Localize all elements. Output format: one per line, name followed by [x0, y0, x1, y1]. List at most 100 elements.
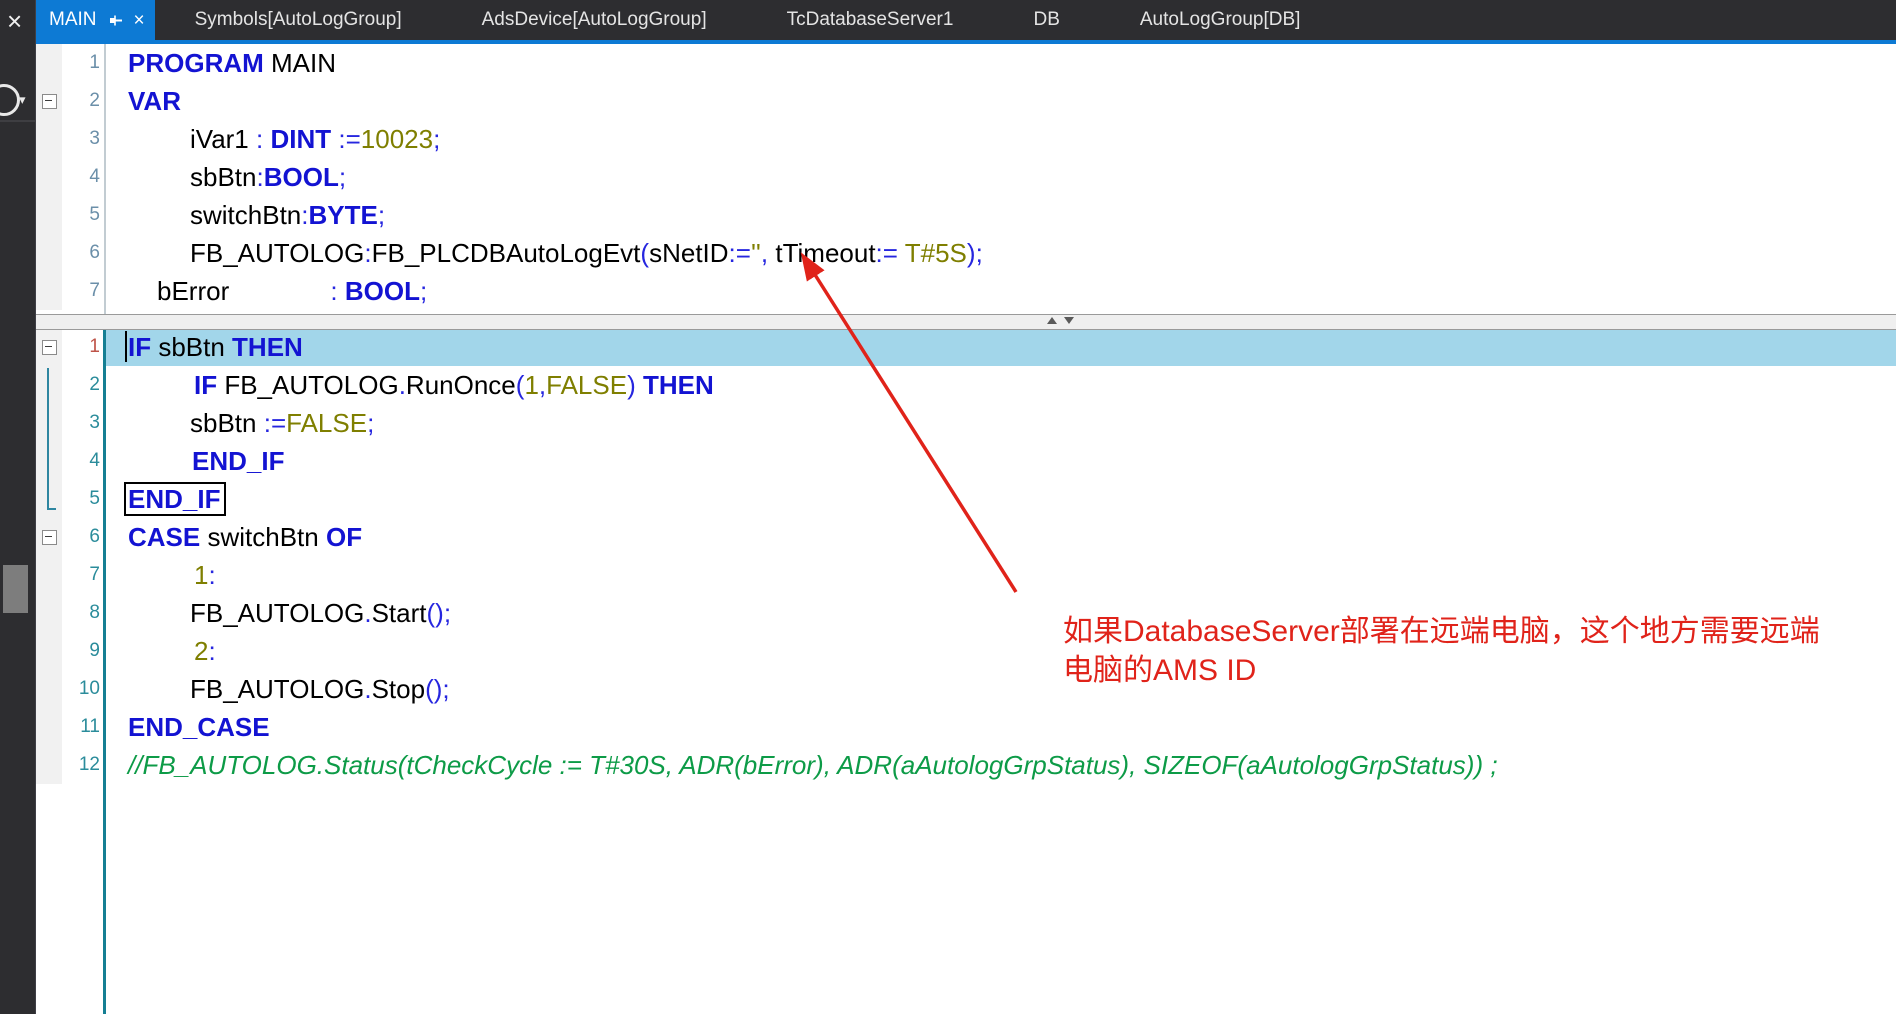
line-number[interactable]: 1 [62, 328, 100, 366]
fold-marker[interactable] [35, 328, 62, 366]
line-number[interactable]: 7 [62, 272, 100, 310]
code-line[interactable]: 12//FB_AUTOLOG.Status(tCheckCycle := T#3… [35, 746, 1896, 784]
code-text: VAR [106, 82, 1896, 120]
code-line[interactable]: 5 END_IF [35, 480, 1896, 518]
annotation-line-1: 如果DatabaseServer部署在远端电脑，这个地方需要远端 [1063, 612, 1820, 651]
line-number[interactable]: 3 [62, 120, 100, 158]
pin-icon[interactable] [109, 13, 124, 28]
code-text: iVar1 : DINT :=10023; [106, 120, 1896, 158]
code-line[interactable]: 1PROGRAM MAIN [35, 44, 1896, 82]
text-caret [125, 331, 127, 362]
close-icon[interactable]: × [7, 8, 22, 34]
line-number[interactable]: 5 [62, 196, 100, 234]
code-text: sbBtn:BOOL; [106, 158, 1896, 196]
collapse-icon[interactable] [42, 530, 57, 545]
code-text: END_IF [106, 442, 1896, 480]
code-line[interactable]: 7bError : BOOL; [35, 272, 1896, 310]
fold-gutter [35, 196, 62, 234]
line-number[interactable]: 7 [62, 556, 100, 594]
tab-main[interactable]: MAIN × [35, 0, 155, 40]
code-line[interactable]: 3iVar1 : DINT :=10023; [35, 120, 1896, 158]
fold-gutter [35, 44, 62, 82]
code-text: sbBtn :=FALSE; [106, 404, 1896, 442]
gutter-separator [104, 44, 106, 314]
tab-symbols-autologgroup[interactable]: Symbols[AutoLogGroup] [155, 0, 442, 40]
fold-marker[interactable] [35, 518, 62, 556]
tab-adsdevice-autologgroup[interactable]: AdsDevice[AutoLogGroup] [442, 0, 747, 40]
code-line[interactable]: 6FB_AUTOLOG:FB_PLCDBAutoLogEvt(sNetID:='… [35, 234, 1896, 272]
line-number[interactable]: 1 [62, 44, 100, 82]
tab-label: Symbols[AutoLogGroup] [195, 9, 402, 31]
fold-gutter [35, 594, 62, 632]
tool-circle-icon[interactable] [0, 84, 20, 116]
tab-label: DB [1033, 9, 1059, 31]
code-line[interactable]: 3sbBtn :=FALSE; [35, 404, 1896, 442]
code-line[interactable]: 5switchBtn:BYTE; [35, 196, 1896, 234]
code-text: CASE switchBtn OF [106, 518, 1896, 556]
line-number[interactable]: 12 [62, 746, 100, 784]
line-number[interactable]: 2 [62, 82, 100, 120]
code-text: FB_AUTOLOG:FB_PLCDBAutoLogEvt(sNetID:=''… [106, 234, 1896, 272]
line-number[interactable]: 8 [62, 594, 100, 632]
line-number[interactable]: 10 [62, 670, 100, 708]
fold-gutter [35, 670, 62, 708]
code-line[interactable]: 1IF sbBtn THEN [35, 328, 1896, 366]
code-line[interactable]: 6CASE switchBtn OF [35, 518, 1896, 556]
annotation-text: 如果DatabaseServer部署在远端电脑，这个地方需要远端 电脑的AMS … [1063, 612, 1820, 690]
line-number[interactable]: 2 [62, 366, 100, 404]
collapse-icon[interactable] [42, 340, 57, 355]
code-text: //FB_AUTOLOG.Status(tCheckCycle := T#30S… [106, 746, 1896, 784]
bracket-match-box: END_IF [124, 482, 226, 516]
fold-gutter [35, 120, 62, 158]
tab-label: TcDatabaseServer1 [787, 9, 954, 31]
code-line[interactable]: 11END_CASE [35, 708, 1896, 746]
fold-gutter [35, 234, 62, 272]
tab-label: AutoLogGroup[DB] [1140, 9, 1301, 31]
line-number[interactable]: 3 [62, 404, 100, 442]
line-number[interactable]: 6 [62, 518, 100, 556]
active-tab-accent-line [35, 40, 1896, 44]
fold-gutter [35, 746, 62, 784]
close-icon[interactable]: × [134, 11, 145, 30]
code-text: IF sbBtn THEN [106, 328, 1896, 366]
tab-tcdatabaseserver1[interactable]: TcDatabaseServer1 [747, 0, 994, 40]
declaration-pane: 1PROGRAM MAIN2VAR3iVar1 : DINT :=10023;4… [35, 44, 1896, 314]
strip-scroll-thumb[interactable] [3, 565, 28, 613]
fold-gutter [35, 556, 62, 594]
pane-splitter[interactable] [35, 314, 1896, 330]
code-line[interactable]: 4sbBtn:BOOL; [35, 158, 1896, 196]
fold-gutter [35, 272, 62, 310]
code-line[interactable]: 71: [35, 556, 1896, 594]
line-number[interactable]: 4 [62, 158, 100, 196]
twincat-editor-window: × ▾ MAIN × Symbols[AutoLogGroup] AdsDevi… [0, 0, 1896, 1014]
code-text: IF FB_AUTOLOG.RunOnce(1,FALSE) THEN [106, 366, 1896, 404]
fold-scope-line [47, 368, 49, 510]
code-line[interactable]: 2IF FB_AUTOLOG.RunOnce(1,FALSE) THEN [35, 366, 1896, 404]
annotation-line-2: 电脑的AMS ID [1063, 651, 1820, 690]
splitter-grip-icon[interactable] [1047, 317, 1074, 324]
code-line[interactable]: 2VAR [35, 82, 1896, 120]
side-toolwindow-strip: × ▾ [0, 0, 36, 1014]
st-code-editor: 1PROGRAM MAIN2VAR3iVar1 : DINT :=10023;4… [35, 44, 1896, 1014]
line-number[interactable]: 5 [62, 480, 100, 518]
code-text: switchBtn:BYTE; [106, 196, 1896, 234]
fold-gutter [35, 632, 62, 670]
collapse-icon[interactable] [42, 94, 57, 109]
code-text: bError : BOOL; [106, 272, 1896, 310]
code-text: END_CASE [106, 708, 1896, 746]
tab-db[interactable]: DB [993, 0, 1099, 40]
fold-gutter [35, 708, 62, 746]
line-number[interactable]: 4 [62, 442, 100, 480]
code-line[interactable]: 4END_IF [35, 442, 1896, 480]
fold-marker[interactable] [35, 82, 62, 120]
strip-divider [0, 120, 35, 122]
line-number[interactable]: 6 [62, 234, 100, 272]
tab-autologgroup-db[interactable]: AutoLogGroup[DB] [1100, 0, 1341, 40]
line-number[interactable]: 9 [62, 632, 100, 670]
document-tabbar: MAIN × Symbols[AutoLogGroup] AdsDevice[A… [35, 0, 1896, 40]
gutter-separator [103, 328, 106, 1014]
chevron-down-icon[interactable]: ▾ [19, 92, 26, 108]
tab-label: AdsDevice[AutoLogGroup] [482, 9, 707, 31]
code-text: 1: [106, 556, 1896, 594]
line-number[interactable]: 11 [62, 708, 100, 746]
